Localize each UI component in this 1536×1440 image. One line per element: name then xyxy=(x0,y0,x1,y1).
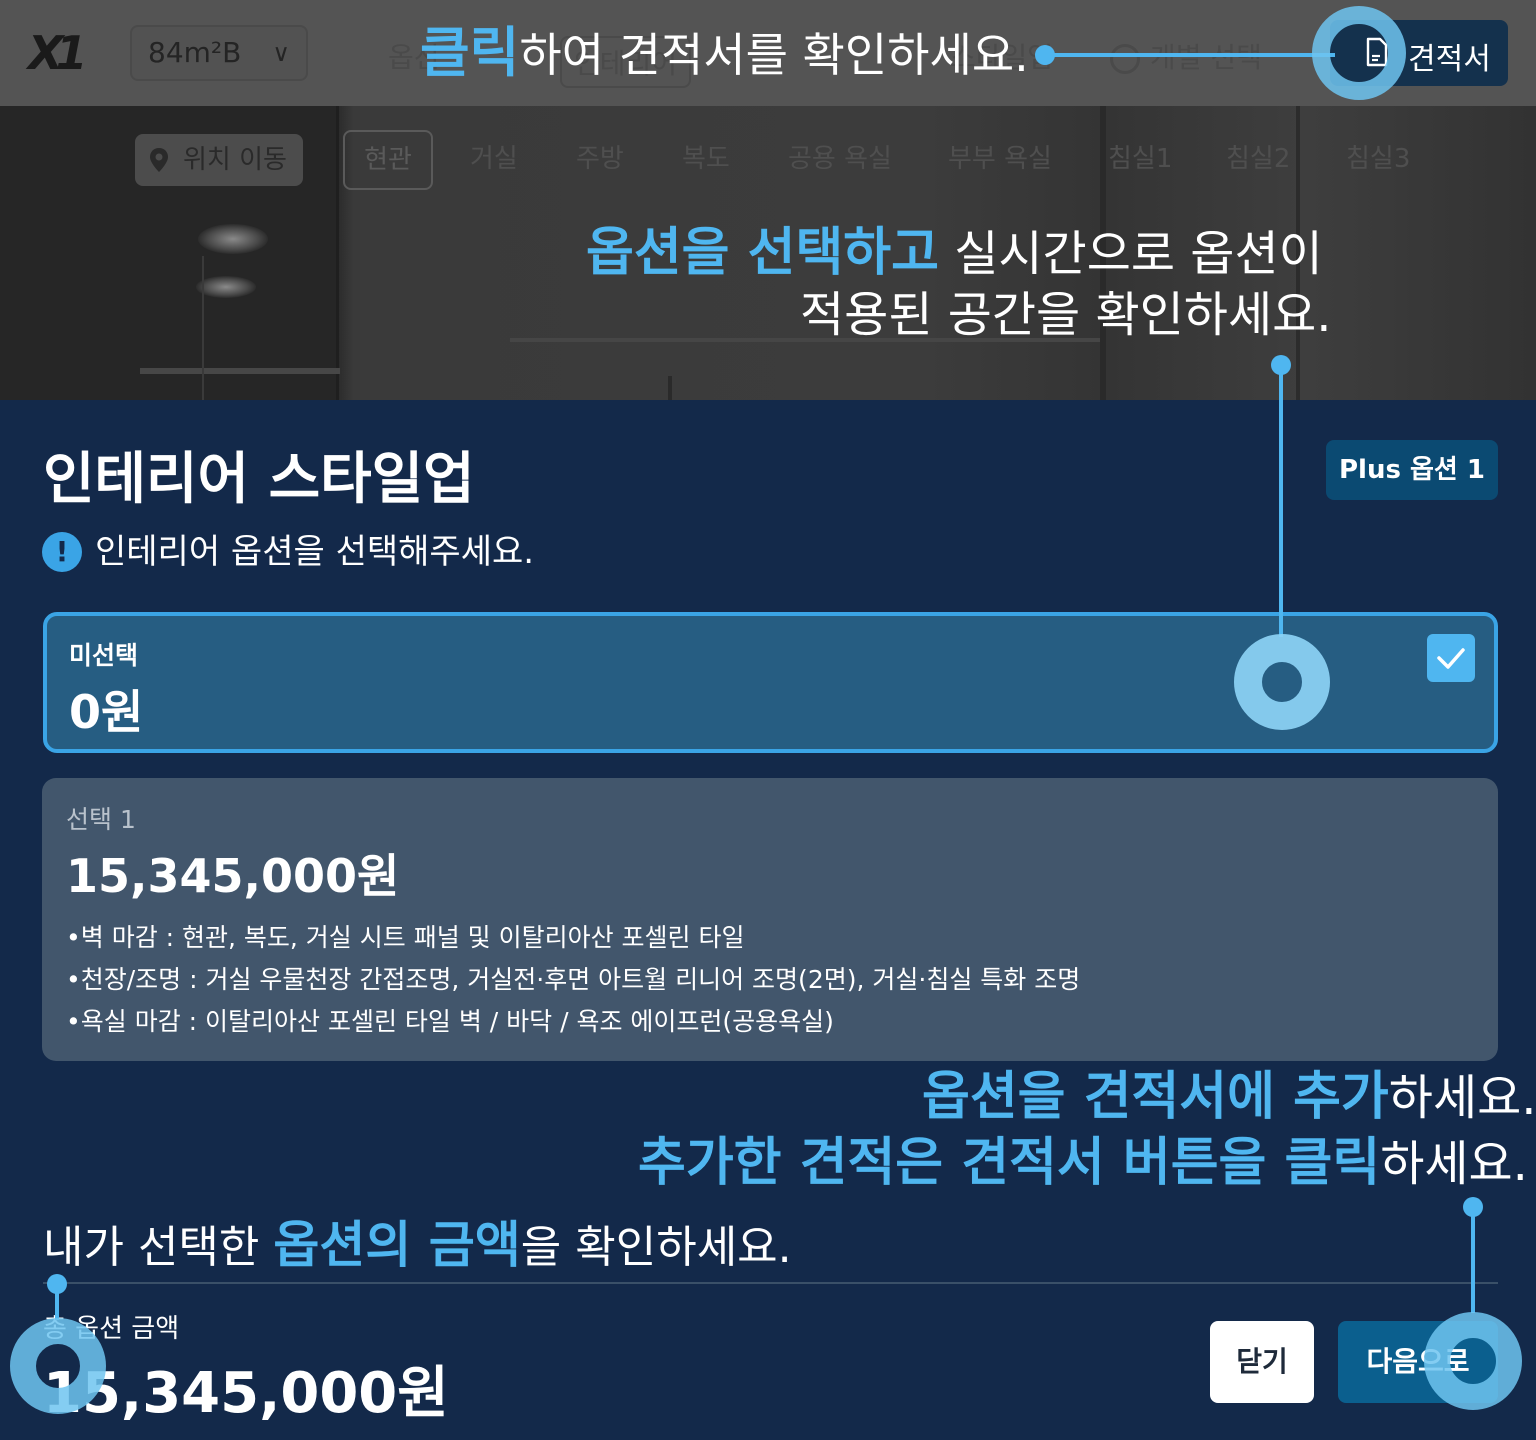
option-price: 15,345,000원 xyxy=(66,849,400,903)
radio-icon xyxy=(1110,44,1140,74)
check-icon xyxy=(1437,648,1465,669)
hint-text: 하여 견적서를 확인하세요. xyxy=(519,28,1029,82)
quote-button-label: 견적서 xyxy=(1408,42,1491,77)
tab-individual-select-label: 개별 선택 xyxy=(1150,41,1262,74)
pointer-line xyxy=(1045,53,1335,57)
hint-click-quote: 클릭하여 견적서를 확인하세요. xyxy=(420,22,1029,86)
focus-ring xyxy=(1424,1312,1522,1410)
focus-ring xyxy=(1312,6,1406,100)
option-label: 미선택 xyxy=(69,641,139,670)
unit-type-select[interactable]: 84m²B ∨ xyxy=(130,25,308,81)
hint-highlight: 옵션의 금액 xyxy=(273,1216,521,1274)
option-detail-bathroom: •욕실 마감 : 이탈리아산 포셀린 타일 벽 / 바닥 / 욕조 에이프런(공… xyxy=(66,1007,834,1036)
sheet-title: 인테리어 스타일업 xyxy=(43,447,475,512)
hint-text: 하세요. xyxy=(1380,1136,1528,1192)
checkbox-checked[interactable] xyxy=(1427,634,1475,682)
room-tab-living[interactable]: 거실 xyxy=(470,142,518,176)
focus-ring xyxy=(10,1318,106,1414)
room-tab-master-bath[interactable]: 부부 욕실 xyxy=(948,142,1052,176)
hint-text: 을 확인하세요. xyxy=(520,1222,792,1273)
selection-warning: 인테리어 옵션을 선택해주세요. xyxy=(95,532,535,572)
hint-select-option-line2: 적용된 공간을 확인하세요. xyxy=(800,287,1332,343)
hint-add-option: 옵션을 견적서에 추가하세요. xyxy=(922,1066,1536,1129)
hint-text: 실시간으로 옵션이 xyxy=(938,226,1323,282)
unit-type-value: 84m²B xyxy=(148,36,242,69)
room-tab-bedroom2[interactable]: 침실2 xyxy=(1226,142,1290,176)
hint-text: 하세요. xyxy=(1388,1070,1536,1126)
option-detail-wall: •벽 마감 : 현관, 복도, 거실 시트 패널 및 이탈리아산 포셀린 타일 xyxy=(66,923,745,952)
option-label: 선택 1 xyxy=(66,805,136,834)
focus-ring xyxy=(1234,634,1330,730)
move-location-button[interactable]: 위치 이동 xyxy=(135,134,303,186)
hint-highlight: 추가한 견적은 견적서 버튼을 클릭 xyxy=(638,1133,1381,1193)
alert-icon: ! xyxy=(42,532,82,572)
room-tab-common-bath[interactable]: 공용 욕실 xyxy=(788,142,892,176)
option-detail-ceiling: •천장/조명 : 거실 우물천장 간접조명, 거실전·후면 아트월 리니어 조명… xyxy=(66,965,1081,994)
option-price: 0원 xyxy=(69,685,144,739)
option-card-1[interactable]: 선택 1 15,345,000원 •벽 마감 : 현관, 복도, 거실 시트 패… xyxy=(42,778,1498,1061)
divider xyxy=(43,1282,1498,1284)
hint-highlight: 옵션을 선택하고 xyxy=(586,223,939,283)
room-tab-kitchen[interactable]: 주방 xyxy=(576,142,624,176)
chevron-down-icon: ∨ xyxy=(272,39,290,67)
room-tab-hallway[interactable]: 복도 xyxy=(682,142,730,176)
location-pin-icon xyxy=(150,148,168,172)
room-tab-bedroom3[interactable]: 침실3 xyxy=(1346,142,1410,176)
hint-check-amount: 내가 선택한 옵션의 금액을 확인하세요. xyxy=(43,1214,792,1279)
move-location-label: 위치 이동 xyxy=(183,145,287,175)
hint-text: 내가 선택한 xyxy=(43,1222,274,1273)
pointer-line xyxy=(1279,365,1283,637)
hint-highlight: 클릭 xyxy=(420,21,520,84)
close-button[interactable]: 닫기 xyxy=(1210,1321,1314,1403)
pointer-line xyxy=(55,1284,59,1320)
hint-added-quote: 추가한 견적은 견적서 버튼을 클릭하세요. xyxy=(638,1132,1528,1195)
hint-select-option: 옵션을 선택하고 실시간으로 옵션이 xyxy=(586,222,1323,285)
brand-logo: X1 xyxy=(28,26,87,80)
hint-highlight: 옵션을 견적서에 추가 xyxy=(922,1067,1389,1127)
room-tab-bedroom1[interactable]: 침실1 xyxy=(1108,142,1172,176)
room-tab-entrance[interactable]: 현관 xyxy=(343,130,433,190)
pointer-line xyxy=(1471,1207,1475,1313)
plus-option-badge: Plus 옵션 1 xyxy=(1326,440,1498,500)
